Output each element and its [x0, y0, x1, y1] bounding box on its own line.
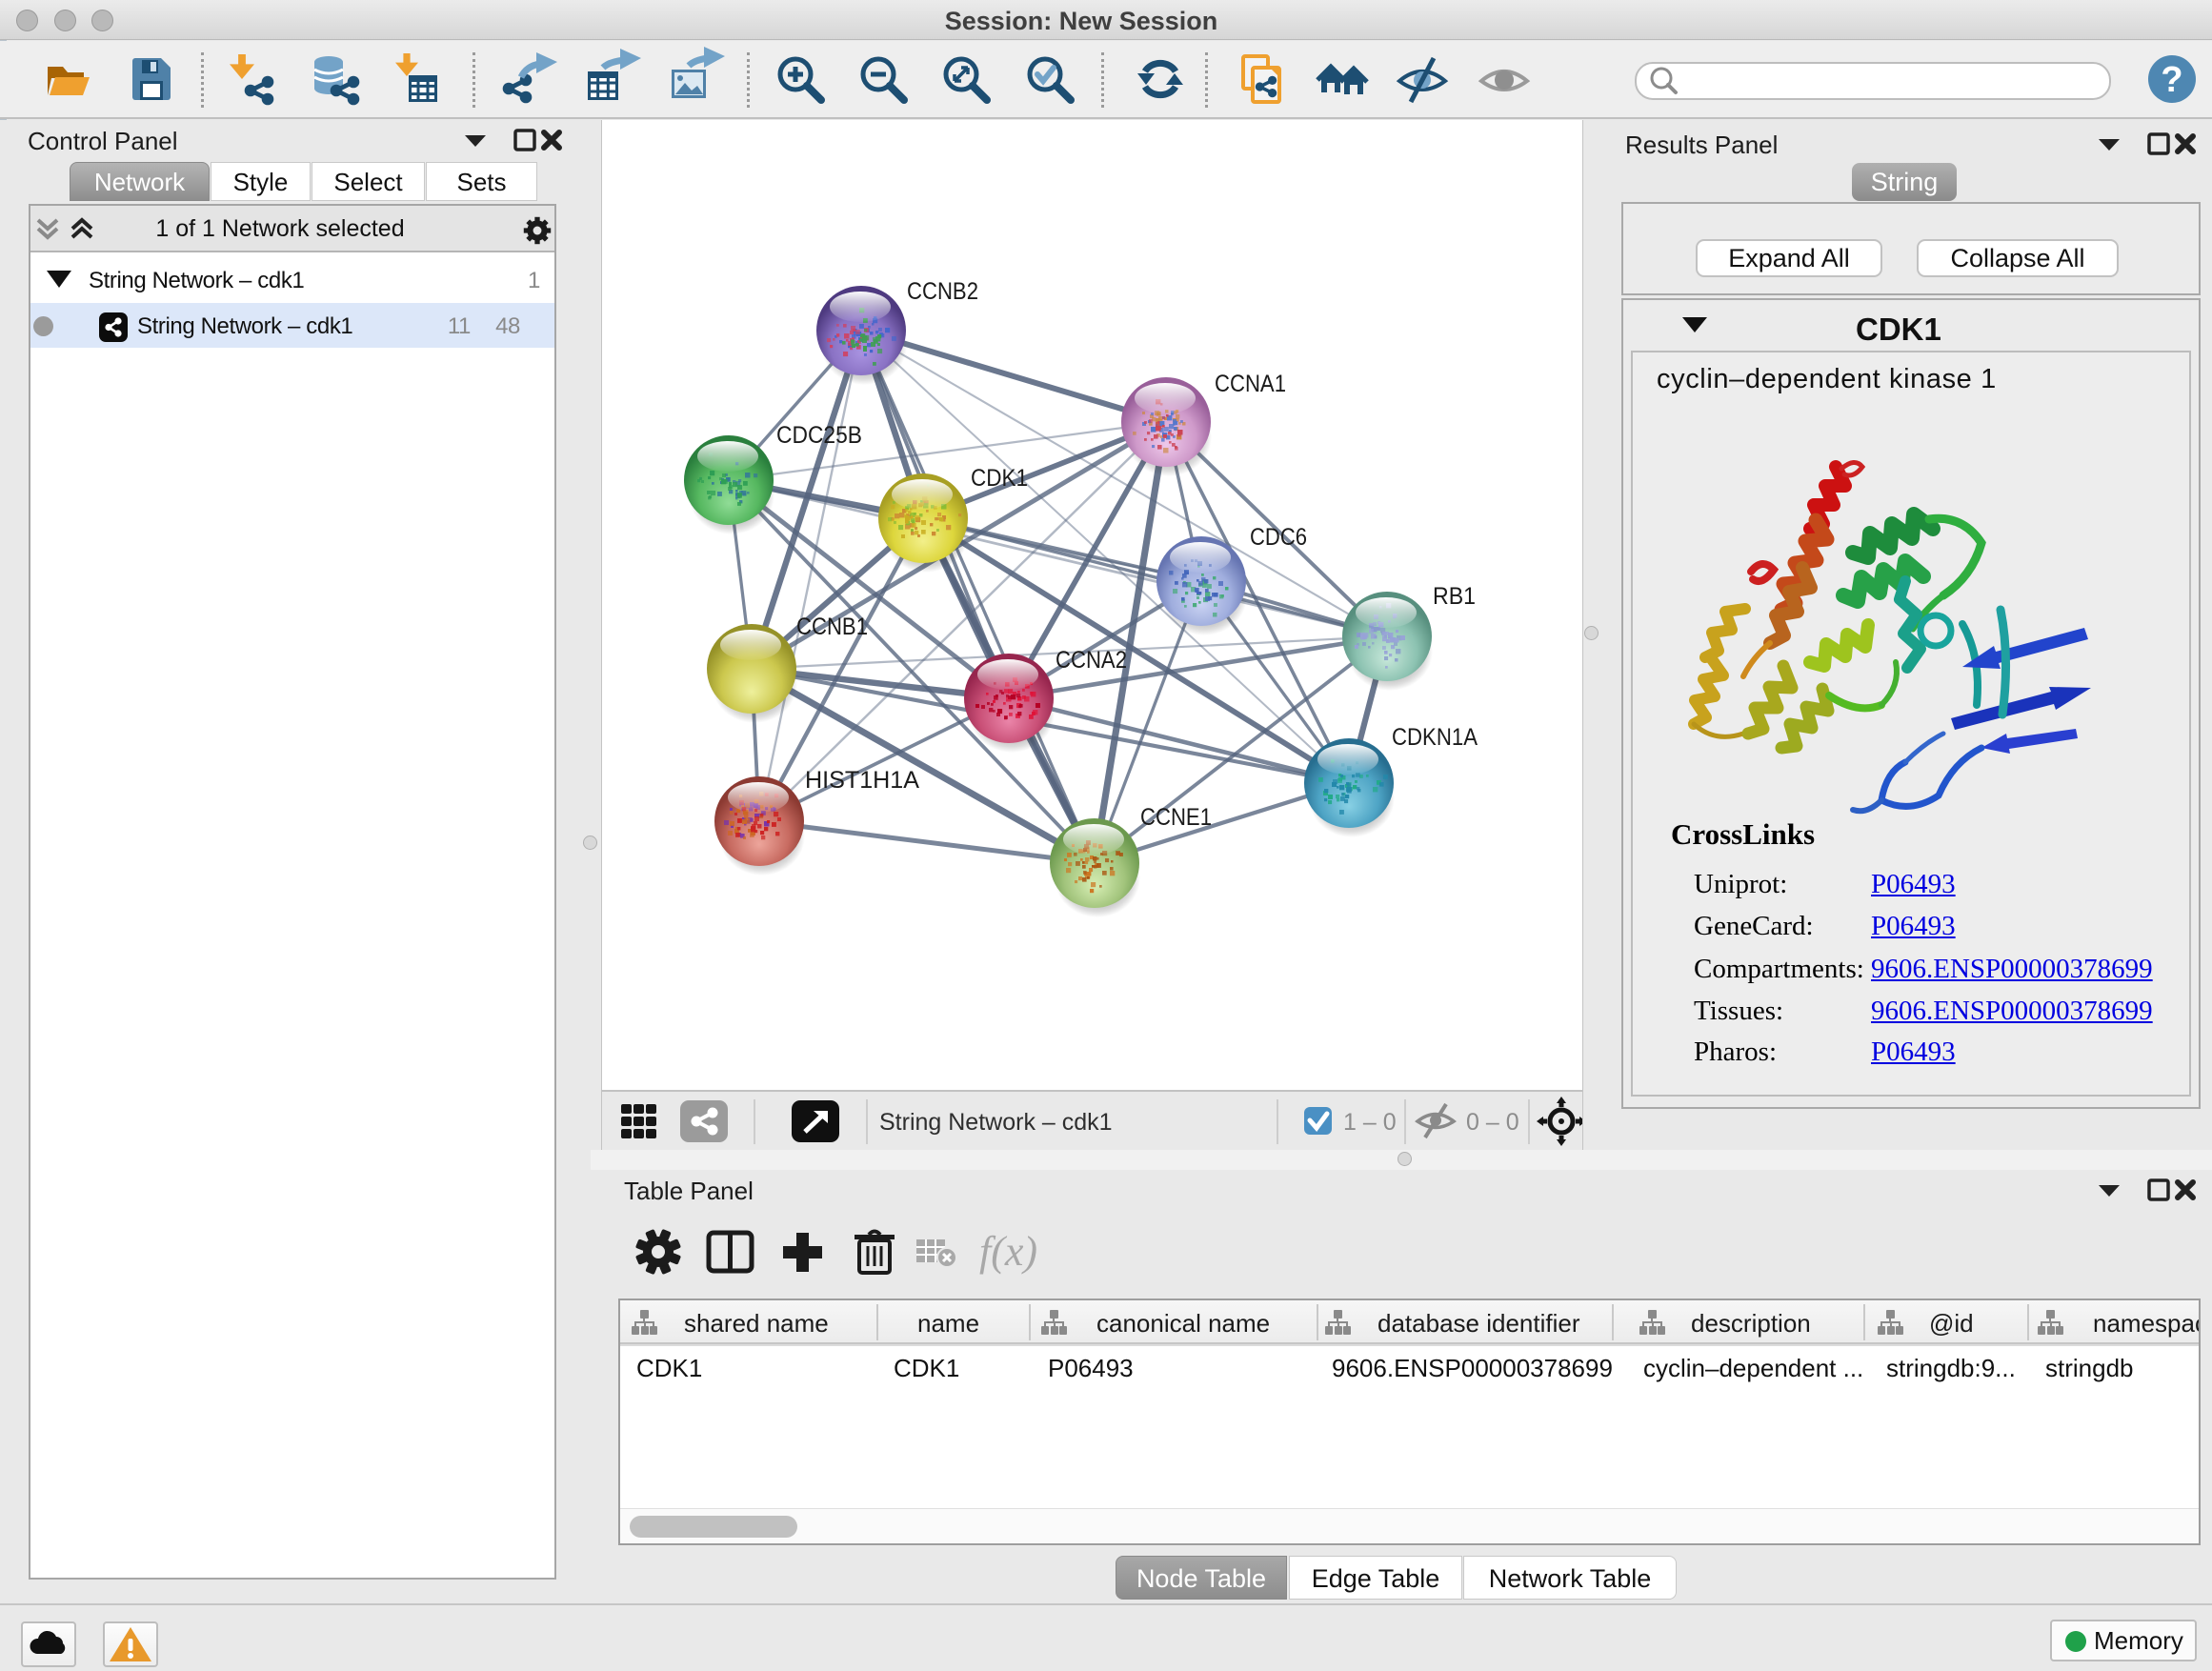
svg-text:CCNB1: CCNB1 — [796, 614, 868, 640]
svg-text:canonical name: canonical name — [1096, 1309, 1270, 1338]
svg-text:f(x): f(x) — [979, 1228, 1037, 1275]
svg-text:CCNE1: CCNE1 — [1140, 804, 1212, 831]
svg-text:CCNA2: CCNA2 — [1056, 647, 1127, 674]
svg-text:description: description — [1691, 1309, 1811, 1338]
svg-text:HIST1H1A: HIST1H1A — [805, 767, 919, 794]
svg-text:0 – 0: 0 – 0 — [1466, 1109, 1519, 1136]
svg-text:database identifier: database identifier — [1377, 1309, 1580, 1338]
svg-text:CDKN1A: CDKN1A — [1392, 724, 1478, 751]
svg-text:CDC25B: CDC25B — [776, 422, 862, 449]
svg-text:CCNB2: CCNB2 — [907, 278, 978, 305]
svg-text:CDC6: CDC6 — [1250, 524, 1307, 551]
svg-text:String Network – cdk1: String Network – cdk1 — [879, 1109, 1113, 1136]
svg-text:@id: @id — [1929, 1309, 1974, 1338]
svg-text:1 – 0: 1 – 0 — [1343, 1109, 1397, 1136]
svg-text:namespace: namespace — [2093, 1309, 2199, 1338]
svg-text:?: ? — [2161, 60, 2182, 100]
svg-text:name: name — [917, 1309, 979, 1338]
svg-text:RB1: RB1 — [1433, 583, 1476, 610]
svg-text:CCNA1: CCNA1 — [1215, 371, 1286, 397]
svg-text:shared name: shared name — [684, 1309, 829, 1338]
svg-text:CDK1: CDK1 — [971, 465, 1028, 492]
